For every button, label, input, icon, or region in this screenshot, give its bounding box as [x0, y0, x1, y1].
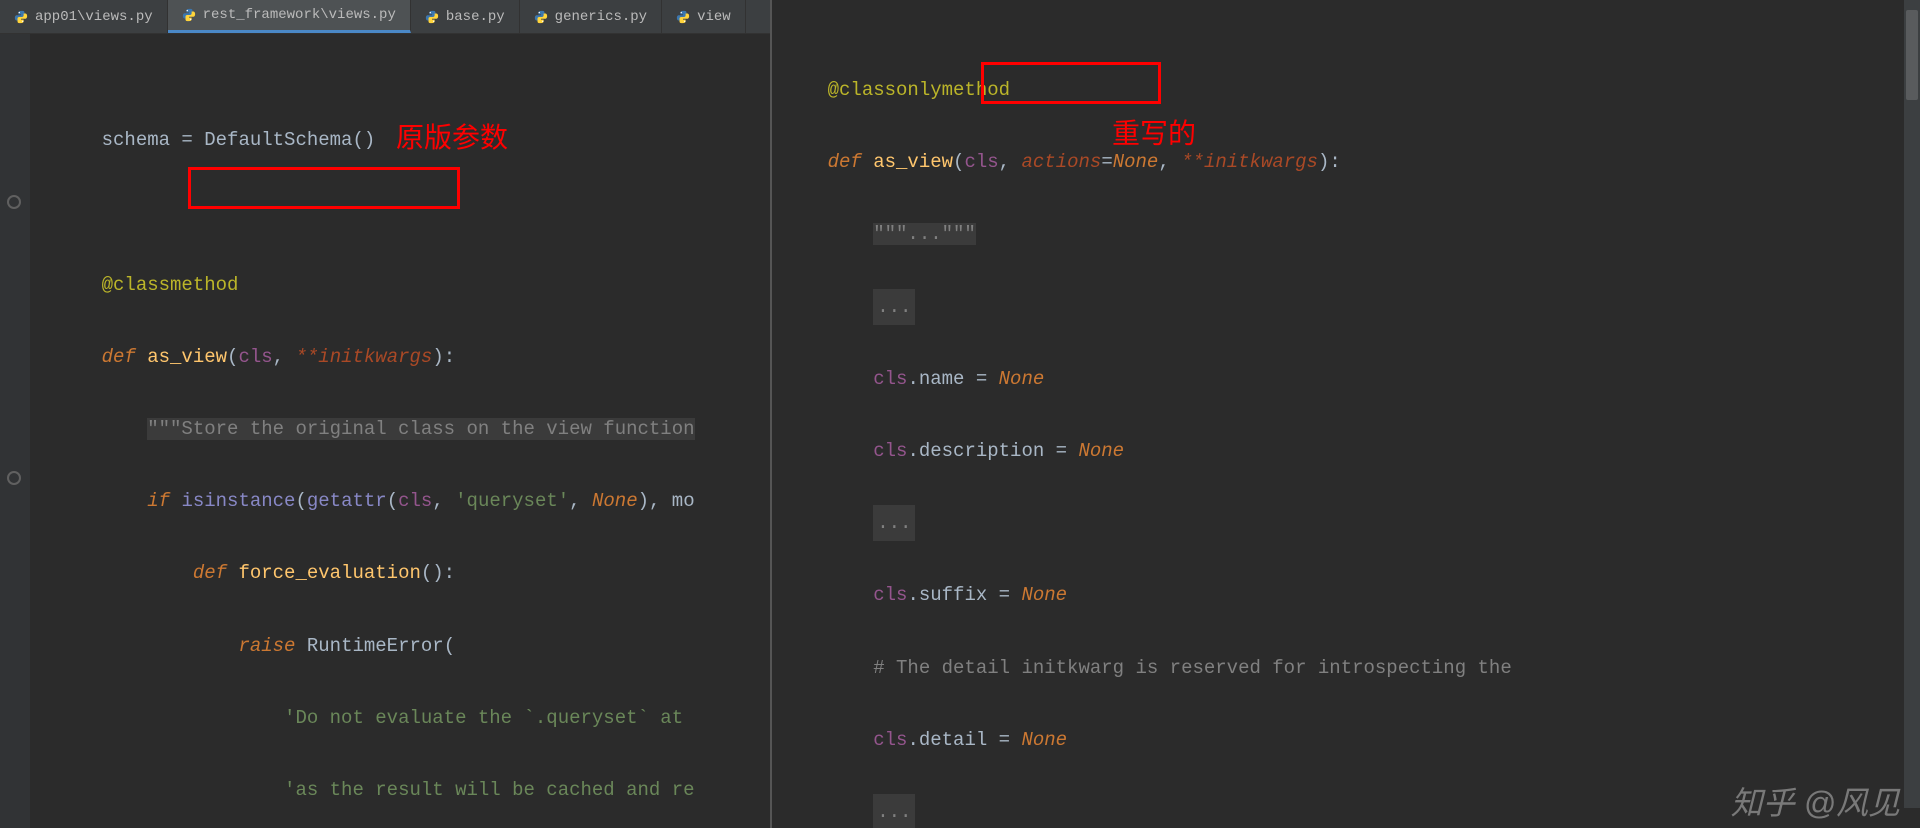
watermark: 知乎 @风见 [1731, 778, 1900, 824]
fold-indicator[interactable]: ... [873, 289, 915, 325]
code-editor-right[interactable]: @classonlymethod def as_view(cls, action… [772, 20, 1920, 828]
code-line: raise RuntimeError( [56, 628, 770, 664]
tab-view-partial[interactable]: view [662, 0, 746, 33]
override-icon[interactable] [6, 470, 22, 486]
code-line: cls.detail = None [782, 722, 1920, 758]
code-line [56, 194, 770, 230]
code-line: cls.description = None [782, 433, 1920, 469]
scrollbar-thumb[interactable] [1906, 10, 1918, 100]
code-line: if isinstance(getattr(cls, 'queryset', N… [56, 483, 770, 519]
gutter [0, 34, 30, 828]
tab-app01-views[interactable]: app01\views.py [0, 0, 168, 33]
editor-tabs: app01\views.py rest_framework\views.py b… [0, 0, 770, 34]
code-line: """...""" [782, 216, 1920, 252]
code-line: ... [782, 289, 1920, 325]
code-line: @classmethod [56, 267, 770, 303]
code-line: """Store the original class on the view … [56, 411, 770, 447]
python-file-icon [14, 10, 28, 24]
tab-label: rest_framework\views.py [203, 7, 396, 23]
python-file-icon [182, 8, 196, 22]
override-icon[interactable] [6, 194, 22, 210]
code-line: cls.suffix = None [782, 577, 1920, 613]
code-line: ... [782, 505, 1920, 541]
right-editor-pane: @classonlymethod def as_view(cls, action… [772, 0, 1920, 828]
code-line: 'Do not evaluate the `.queryset` at [56, 700, 770, 736]
tab-rest-framework-views[interactable]: rest_framework\views.py [168, 0, 411, 33]
fold-indicator[interactable]: ... [873, 505, 915, 541]
tab-label: generics.py [555, 9, 647, 25]
python-file-icon [676, 10, 690, 24]
tab-label: view [697, 9, 731, 25]
python-file-icon [425, 10, 439, 24]
tab-base[interactable]: base.py [411, 0, 520, 33]
python-file-icon [534, 10, 548, 24]
tab-generics[interactable]: generics.py [520, 0, 662, 33]
annotation-label-right: 重写的 [1112, 112, 1196, 152]
code-line: @classonlymethod [782, 72, 1920, 108]
code-line: def as_view(cls, **initkwargs): [56, 339, 770, 375]
code-editor-left[interactable]: schema = DefaultSchema() @classmethod de… [0, 34, 770, 828]
code-line: def as_view(cls, actions=None, **initkwa… [782, 144, 1920, 180]
left-editor-pane: app01\views.py rest_framework\views.py b… [0, 0, 772, 828]
code-line: def force_evaluation(): [56, 555, 770, 591]
vertical-scrollbar[interactable] [1904, 0, 1920, 808]
code-line: # The detail initkwarg is reserved for i… [782, 650, 1920, 686]
code-line: cls.name = None [782, 361, 1920, 397]
tab-label: app01\views.py [35, 9, 153, 25]
annotation-label-left: 原版参数 [396, 116, 508, 156]
fold-indicator[interactable]: ... [873, 794, 915, 828]
code-line: 'as the result will be cached and re [56, 772, 770, 808]
tab-label: base.py [446, 9, 505, 25]
